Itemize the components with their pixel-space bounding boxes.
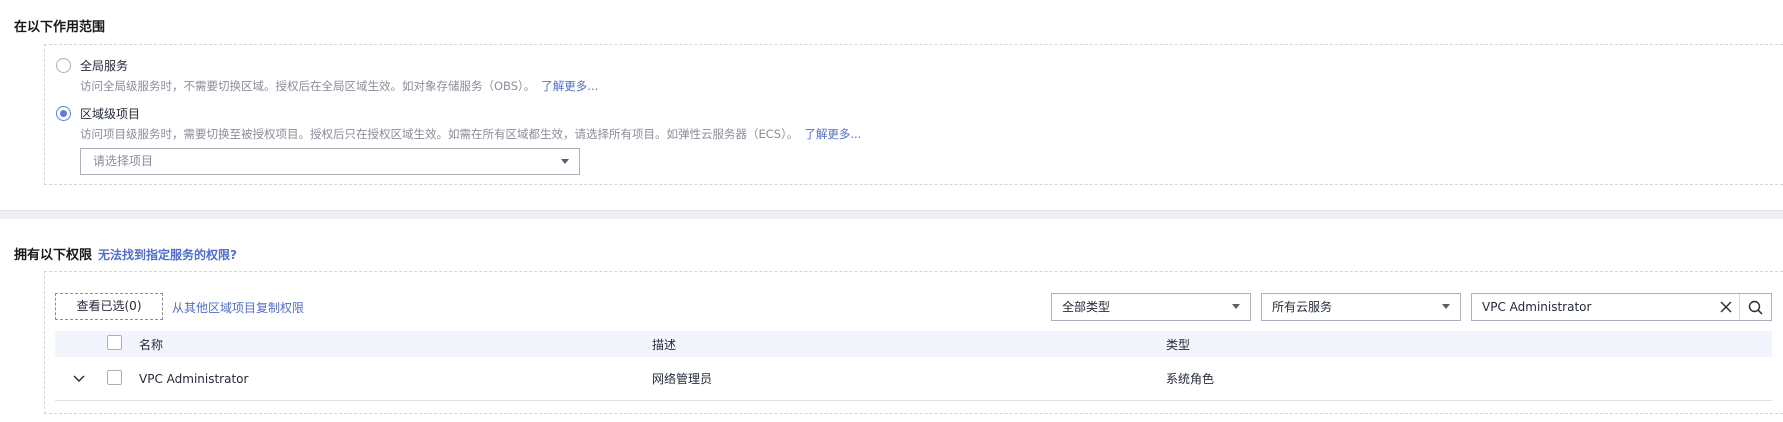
radio-region-project-control[interactable]	[56, 106, 71, 121]
type-filter-select[interactable]: 全部类型	[1051, 293, 1251, 321]
radio-global-service-label: 全局服务	[80, 59, 129, 73]
table-header: 名称 描述 类型	[55, 331, 1772, 357]
row-checkbox[interactable]	[107, 369, 122, 388]
scope-section-title: 在以下作用范围	[14, 20, 106, 35]
permission-help-link[interactable]: 无法找到指定服务的权限?	[98, 248, 237, 262]
project-select-placeholder: 请选择项目	[93, 154, 154, 168]
table-row[interactable]: VPC Administrator 网络管理员 系统角色	[55, 357, 1772, 401]
radio-global-service[interactable]: 全局服务	[56, 57, 128, 74]
region-project-description: 访问项目级服务时，需要切换至被授权项目。授权后只在授权区域生效。如需在所有区域都…	[80, 126, 861, 142]
header-description: 描述	[652, 337, 677, 352]
global-service-description: 访问全局级服务时，不需要切换区域。授权后在全局区域生效。如对象存储服务（OBS）…	[80, 78, 598, 94]
project-select[interactable]: 请选择项目	[80, 148, 580, 175]
search-input[interactable]	[1472, 294, 1713, 320]
type-filter-value: 全部类型	[1062, 300, 1111, 314]
radio-region-project[interactable]: 区域级项目	[56, 105, 140, 122]
caret-down-icon	[1442, 304, 1450, 309]
search-icon[interactable]	[1739, 294, 1771, 320]
header-type: 类型	[1166, 337, 1191, 352]
permissions-section-title: 拥有以下权限 无法找到指定服务的权限?	[14, 244, 237, 263]
region-learn-more-link[interactable]: 了解更多...	[804, 127, 861, 141]
service-filter-value: 所有云服务	[1272, 300, 1333, 314]
global-service-description-text: 访问全局级服务时，不需要切换区域。授权后在全局区域生效。如对象存储服务（OBS）…	[80, 79, 536, 93]
section-divider	[0, 210, 1783, 219]
chevron-down-icon[interactable]	[72, 371, 86, 388]
service-filter-select[interactable]: 所有云服务	[1261, 293, 1461, 321]
global-learn-more-link[interactable]: 了解更多...	[541, 79, 598, 93]
checkbox-box[interactable]	[107, 335, 122, 350]
header-name: 名称	[139, 337, 164, 352]
region-project-description-text: 访问项目级服务时，需要切换至被授权项目。授权后只在授权区域生效。如需在所有区域都…	[80, 127, 799, 141]
radio-region-project-label: 区域级项目	[80, 107, 141, 121]
row-name: VPC Administrator	[139, 371, 249, 386]
row-description: 网络管理员	[652, 372, 713, 386]
select-all-checkbox[interactable]	[107, 335, 122, 353]
view-selected-button[interactable]: 查看已选(0)	[55, 293, 163, 320]
caret-down-icon	[1232, 304, 1240, 309]
permissions-title-text: 拥有以下权限	[14, 248, 93, 263]
copy-permissions-link[interactable]: 从其他区域项目复制权限	[172, 299, 304, 316]
permissions-table: 名称 描述 类型 VPC Administrator 网络管理员 系统角色	[55, 331, 1772, 401]
radio-global-service-control[interactable]	[56, 58, 71, 73]
search-box	[1471, 293, 1772, 321]
caret-down-icon	[561, 159, 569, 164]
close-icon[interactable]	[1713, 294, 1739, 320]
row-type: 系统角色	[1166, 372, 1215, 386]
checkbox-box[interactable]	[107, 369, 122, 385]
